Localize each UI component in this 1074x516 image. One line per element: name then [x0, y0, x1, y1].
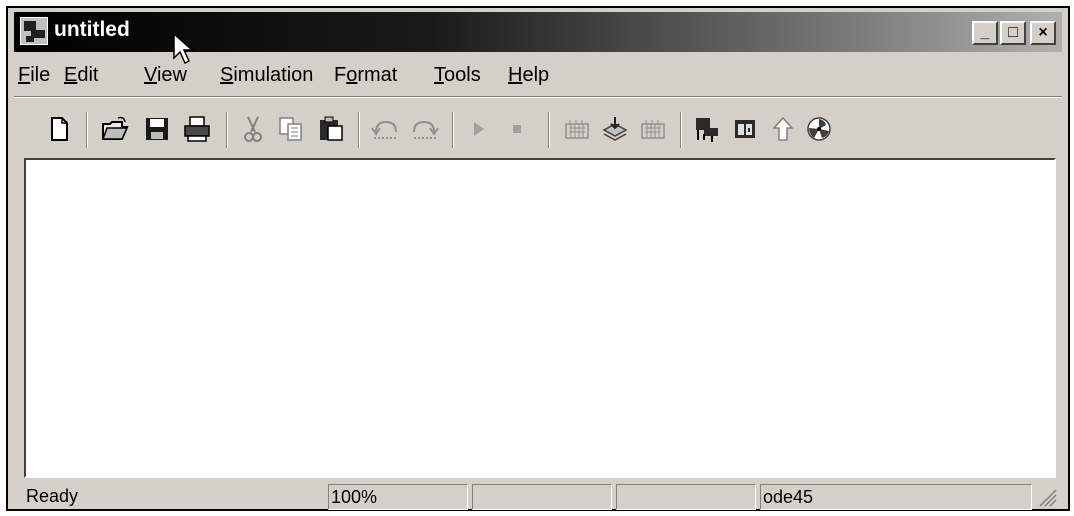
toolbar-separator — [358, 112, 360, 148]
menu-view[interactable]: View — [144, 64, 187, 87]
menu-label: rmat — [357, 64, 398, 86]
mnemonic: V — [144, 64, 157, 86]
maximize-button[interactable]: □ — [1000, 21, 1026, 45]
undo-icon[interactable] — [370, 114, 400, 144]
simulink-app-icon[interactable] — [20, 17, 48, 45]
model-window: untitled _ □ × File Edit View Simulation… — [6, 6, 1070, 511]
minimize-button[interactable]: _ — [972, 21, 998, 45]
mnemonic: F — [18, 64, 31, 86]
toolbar-separator — [86, 112, 88, 148]
toolbar-separator — [680, 112, 682, 148]
menu-label: F — [334, 64, 347, 86]
stop-simulation-icon[interactable] — [502, 114, 532, 144]
model-canvas[interactable] — [24, 158, 1056, 478]
status-zoom: 100% — [328, 484, 468, 510]
mouse-pointer-icon — [173, 32, 194, 65]
window-title: untitled — [54, 18, 130, 41]
menu-help[interactable]: Help — [508, 64, 549, 87]
menu-file[interactable]: File — [18, 64, 50, 87]
toolbar-separator — [226, 112, 228, 148]
model-explorer-icon[interactable] — [730, 114, 760, 144]
update-diagram-icon[interactable] — [600, 114, 630, 144]
menu-edit[interactable]: Edit — [64, 64, 98, 87]
toolbar — [14, 108, 1062, 156]
minimize-icon: _ — [980, 24, 990, 41]
build-icon[interactable] — [562, 114, 592, 144]
close-button[interactable]: × — [1030, 21, 1056, 45]
paste-icon[interactable] — [316, 114, 346, 144]
new-document-icon[interactable] — [44, 114, 74, 144]
status-solver: ode45 — [760, 484, 1032, 510]
mnemonic: T — [434, 64, 444, 86]
toolbar-separator — [452, 112, 454, 148]
cut-icon[interactable] — [238, 114, 268, 144]
menu-simulation[interactable]: Simulation — [220, 64, 313, 87]
build-subsystem-icon[interactable] — [638, 114, 668, 144]
resize-grip-icon[interactable] — [1036, 486, 1058, 508]
library-browser-icon[interactable] — [692, 114, 722, 144]
menu-label: iew — [156, 64, 187, 86]
save-icon[interactable] — [142, 114, 172, 144]
menu-label: elp — [522, 64, 550, 86]
menu-label: dit — [77, 64, 99, 86]
menu-format[interactable]: Format — [334, 64, 397, 87]
start-simulation-icon[interactable] — [464, 114, 494, 144]
status-pane-empty — [472, 484, 612, 510]
menu-toolbar-divider — [14, 96, 1062, 98]
print-icon[interactable] — [182, 114, 212, 144]
mnemonic: H — [508, 64, 523, 86]
menu-tools[interactable]: Tools — [434, 64, 481, 87]
close-icon: × — [1038, 24, 1048, 41]
status-ready: Ready — [26, 486, 79, 506]
redo-icon[interactable] — [410, 114, 440, 144]
maximize-icon: □ — [1008, 24, 1018, 41]
status-bar: Ready 100% ode45 — [14, 484, 1062, 510]
menu-label: ile — [30, 64, 51, 86]
status-pane-empty — [616, 484, 756, 510]
copy-icon[interactable] — [276, 114, 306, 144]
mnemonic: E — [64, 64, 78, 86]
menu-label: imulation — [233, 64, 314, 86]
mnemonic: S — [220, 64, 234, 86]
mnemonic: o — [346, 64, 358, 86]
go-to-parent-icon[interactable] — [768, 114, 798, 144]
open-folder-icon[interactable] — [100, 114, 130, 144]
menu-label: ools — [444, 64, 481, 86]
debug-icon[interactable] — [804, 114, 834, 144]
toolbar-separator — [548, 112, 550, 148]
